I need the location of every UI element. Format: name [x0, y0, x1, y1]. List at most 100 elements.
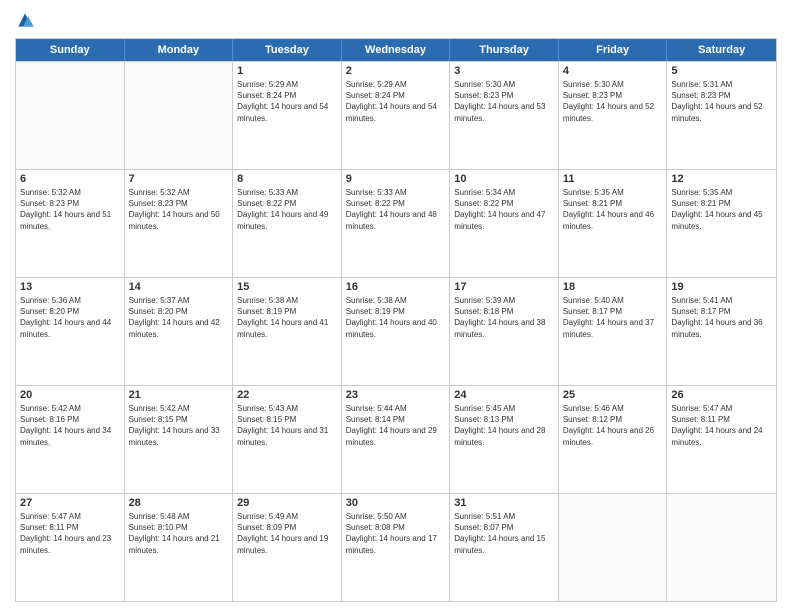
calendar-day-25: 25 Sunrise: 5:46 AMSunset: 8:12 PMDayligh…	[559, 386, 668, 493]
calendar-day-8: 8 Sunrise: 5:33 AMSunset: 8:22 PMDaylight…	[233, 170, 342, 277]
calendar-day-24: 24Sunrise: 5:45 AMSunset: 8:13 PMDayligh…	[450, 386, 559, 493]
calendar-day-17: 17 Sunrise: 5:39 AMSunset: 8:18 PMDayligh…	[450, 278, 559, 385]
calendar-day-22: 22Sunrise: 5:43 AMSunset: 8:15 PMDayligh…	[233, 386, 342, 493]
day-info: Sunrise: 5:46 AMSunset: 8:12 PMDaylight:…	[563, 403, 663, 448]
calendar-week-3: 13 Sunrise: 5:36 AMSunset: 8:20 PMDayligh…	[16, 277, 776, 385]
calendar-header-row: SundayMondayTuesdayWednesdayThursdayFrid…	[16, 39, 776, 61]
day-number: 16	[346, 281, 446, 293]
day-info: Sunrise: 5:39 AMSunset: 8:18 PMDaylight:…	[454, 295, 554, 340]
day-number: 17	[454, 281, 554, 293]
header	[15, 10, 777, 30]
day-info: Sunrise: 5:48 AMSunset: 8:10 PMDaylight:…	[129, 511, 229, 556]
calendar-day-10: 10 Sunrise: 5:34 AMSunset: 8:22 PMDayligh…	[450, 170, 559, 277]
day-info: Sunrise: 5:38 AMSunset: 8:19 PMDaylight:…	[346, 295, 446, 340]
calendar-week-5: 27 Sunrise: 5:47 AMSunset: 8:11 PMDayligh…	[16, 493, 776, 601]
calendar-day-30: 30 Sunrise: 5:50 AMSunset: 8:08 PMDayligh…	[342, 494, 451, 601]
calendar-day-header: Thursday	[450, 39, 559, 61]
day-info: Sunrise: 5:38 AMSunset: 8:19 PMDaylight:…	[237, 295, 337, 340]
calendar-day-28: 28 Sunrise: 5:48 AMSunset: 8:10 PMDayligh…	[125, 494, 234, 601]
page: SundayMondayTuesdayWednesdayThursdayFrid…	[0, 0, 792, 612]
calendar-day-29: 29 Sunrise: 5:49 AMSunset: 8:09 PMDayligh…	[233, 494, 342, 601]
day-info: Sunrise: 5:44 AMSunset: 8:14 PMDaylight:…	[346, 403, 446, 448]
calendar-day-16: 16 Sunrise: 5:38 AMSunset: 8:19 PMDayligh…	[342, 278, 451, 385]
calendar-day-header: Friday	[559, 39, 668, 61]
day-info: Sunrise: 5:29 AMSunset: 8:24 PMDaylight:…	[346, 79, 446, 124]
calendar-day-1: 1 Sunrise: 5:29 AMSunset: 8:24 PMDaylight…	[233, 62, 342, 169]
day-info: Sunrise: 5:51 AMSunset: 8:07 PMDaylight:…	[454, 511, 554, 556]
calendar-day-18: 18Sunrise: 5:40 AMSunset: 8:17 PMDayligh…	[559, 278, 668, 385]
calendar-body: 1 Sunrise: 5:29 AMSunset: 8:24 PMDaylight…	[16, 61, 776, 601]
day-number: 1	[237, 65, 337, 77]
day-info: Sunrise: 5:49 AMSunset: 8:09 PMDaylight:…	[237, 511, 337, 556]
day-number: 23	[346, 389, 446, 401]
calendar-day-9: 9Sunrise: 5:33 AMSunset: 8:22 PMDaylight…	[342, 170, 451, 277]
day-number: 19	[671, 281, 772, 293]
calendar-day-6: 6Sunrise: 5:32 AMSunset: 8:23 PMDaylight…	[16, 170, 125, 277]
day-number: 12	[671, 173, 772, 185]
day-info: Sunrise: 5:33 AMSunset: 8:22 PMDaylight:…	[237, 187, 337, 232]
day-info: Sunrise: 5:32 AMSunset: 8:23 PMDaylight:…	[129, 187, 229, 232]
day-number: 6	[20, 173, 120, 185]
day-number: 8	[237, 173, 337, 185]
logo	[15, 10, 39, 30]
calendar-day-13: 13 Sunrise: 5:36 AMSunset: 8:20 PMDayligh…	[16, 278, 125, 385]
day-info: Sunrise: 5:29 AMSunset: 8:24 PMDaylight:…	[237, 79, 337, 124]
day-number: 30	[346, 497, 446, 509]
day-number: 25	[563, 389, 663, 401]
day-info: Sunrise: 5:36 AMSunset: 8:20 PMDaylight:…	[20, 295, 120, 340]
calendar-week-4: 20 Sunrise: 5:42 AMSunset: 8:16 PMDayligh…	[16, 385, 776, 493]
calendar-day-11: 11 Sunrise: 5:35 AMSunset: 8:21 PMDayligh…	[559, 170, 668, 277]
day-info: Sunrise: 5:42 AMSunset: 8:15 PMDaylight:…	[129, 403, 229, 448]
calendar-day-21: 21 Sunrise: 5:42 AMSunset: 8:15 PMDayligh…	[125, 386, 234, 493]
day-number: 2	[346, 65, 446, 77]
calendar-day-header: Wednesday	[342, 39, 451, 61]
day-number: 21	[129, 389, 229, 401]
day-info: Sunrise: 5:35 AMSunset: 8:21 PMDaylight:…	[563, 187, 663, 232]
calendar-empty-cell	[125, 62, 234, 169]
day-number: 28	[129, 497, 229, 509]
calendar-day-header: Monday	[125, 39, 234, 61]
day-info: Sunrise: 5:30 AMSunset: 8:23 PMDaylight:…	[563, 79, 663, 124]
calendar-day-20: 20 Sunrise: 5:42 AMSunset: 8:16 PMDayligh…	[16, 386, 125, 493]
calendar-day-7: 7 Sunrise: 5:32 AMSunset: 8:23 PMDaylight…	[125, 170, 234, 277]
calendar-day-header: Tuesday	[233, 39, 342, 61]
day-info: Sunrise: 5:47 AMSunset: 8:11 PMDaylight:…	[671, 403, 772, 448]
day-info: Sunrise: 5:33 AMSunset: 8:22 PMDaylight:…	[346, 187, 446, 232]
calendar-day-14: 14 Sunrise: 5:37 AMSunset: 8:20 PMDayligh…	[125, 278, 234, 385]
day-info: Sunrise: 5:50 AMSunset: 8:08 PMDaylight:…	[346, 511, 446, 556]
day-info: Sunrise: 5:45 AMSunset: 8:13 PMDaylight:…	[454, 403, 554, 448]
day-info: Sunrise: 5:42 AMSunset: 8:16 PMDaylight:…	[20, 403, 120, 448]
day-number: 10	[454, 173, 554, 185]
day-number: 29	[237, 497, 337, 509]
calendar-day-27: 27 Sunrise: 5:47 AMSunset: 8:11 PMDayligh…	[16, 494, 125, 601]
calendar-day-3: 3 Sunrise: 5:30 AMSunset: 8:23 PMDaylight…	[450, 62, 559, 169]
day-info: Sunrise: 5:30 AMSunset: 8:23 PMDaylight:…	[454, 79, 554, 124]
day-info: Sunrise: 5:37 AMSunset: 8:20 PMDaylight:…	[129, 295, 229, 340]
day-info: Sunrise: 5:31 AMSunset: 8:23 PMDaylight:…	[671, 79, 772, 124]
day-info: Sunrise: 5:43 AMSunset: 8:15 PMDaylight:…	[237, 403, 337, 448]
day-number: 18	[563, 281, 663, 293]
day-info: Sunrise: 5:47 AMSunset: 8:11 PMDaylight:…	[20, 511, 120, 556]
calendar-week-1: 1 Sunrise: 5:29 AMSunset: 8:24 PMDaylight…	[16, 61, 776, 169]
day-number: 14	[129, 281, 229, 293]
day-info: Sunrise: 5:34 AMSunset: 8:22 PMDaylight:…	[454, 187, 554, 232]
day-number: 27	[20, 497, 120, 509]
day-number: 13	[20, 281, 120, 293]
calendar-day-header: Saturday	[667, 39, 776, 61]
day-number: 5	[671, 65, 772, 77]
day-info: Sunrise: 5:41 AMSunset: 8:17 PMDaylight:…	[671, 295, 772, 340]
calendar-day-12: 12 Sunrise: 5:35 AMSunset: 8:21 PMDayligh…	[667, 170, 776, 277]
day-info: Sunrise: 5:35 AMSunset: 8:21 PMDaylight:…	[671, 187, 772, 232]
calendar-week-2: 6 Sunrise: 5:32 AMSunset: 8:23 PMDaylight…	[16, 169, 776, 277]
day-number: 11	[563, 173, 663, 185]
calendar-empty-cell	[16, 62, 125, 169]
day-number: 4	[563, 65, 663, 77]
calendar-day-5: 5 Sunrise: 5:31 AMSunset: 8:23 PMDaylight…	[667, 62, 776, 169]
calendar-day-4: 4 Sunrise: 5:30 AMSunset: 8:23 PMDaylight…	[559, 62, 668, 169]
logo-icon	[15, 10, 35, 30]
day-number: 20	[20, 389, 120, 401]
day-number: 7	[129, 173, 229, 185]
calendar-day-31: 31Sunrise: 5:51 AMSunset: 8:07 PMDayligh…	[450, 494, 559, 601]
day-number: 3	[454, 65, 554, 77]
calendar-empty-cell	[667, 494, 776, 601]
